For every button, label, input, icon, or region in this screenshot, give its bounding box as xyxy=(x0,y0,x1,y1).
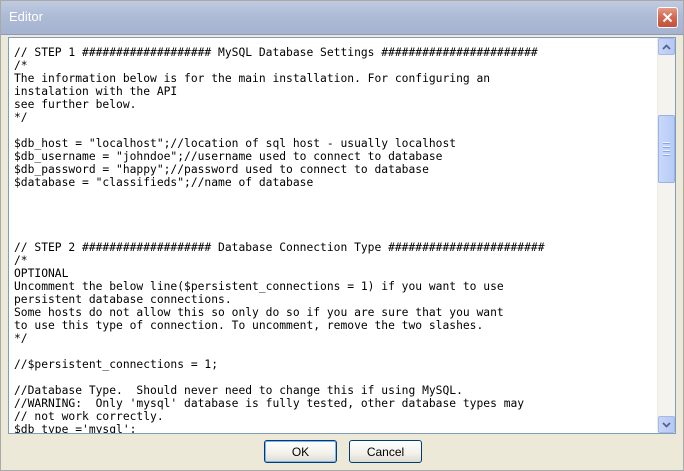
ok-button[interactable]: OK xyxy=(264,440,337,463)
code-line: $database = "classifieds";//name of data… xyxy=(14,176,314,189)
code-line: /* xyxy=(14,254,28,267)
editor-window: Editor // STEP 1 ################### MyS… xyxy=(0,0,684,471)
code-line: instalation with the API xyxy=(14,85,178,98)
code-line: // not work correctly. xyxy=(14,410,164,423)
window-title: Editor xyxy=(9,9,43,24)
code-line: //$persistent_connections = 1; xyxy=(14,358,219,371)
code-line: //WARNING: Only 'mysql' database is full… xyxy=(14,397,525,410)
code-line: The information below is for the main in… xyxy=(14,72,491,85)
code-line: */ xyxy=(14,111,28,124)
cancel-button[interactable]: Cancel xyxy=(349,440,422,463)
code-line: // STEP 2 ################### Database C… xyxy=(14,241,545,254)
code-line: /* xyxy=(14,59,28,72)
code-line: //Database Type. Should never need to ch… xyxy=(14,384,463,397)
arrow-down-icon xyxy=(662,421,671,428)
thumb-grip xyxy=(663,142,670,156)
code-line: $db_username = "johndoe";//username used… xyxy=(14,150,443,163)
scroll-down-button[interactable] xyxy=(658,416,675,433)
scroll-up-button[interactable] xyxy=(658,38,675,55)
code-line: to use this type of connection. To uncom… xyxy=(14,319,484,332)
code-text-area[interactable]: // STEP 1 ################### MySQL Data… xyxy=(9,38,658,433)
code-line: $db_password = "happy";//password used t… xyxy=(14,163,429,176)
close-icon xyxy=(662,12,673,23)
code-line: $db_host = "localhost";//location of sql… xyxy=(14,137,457,150)
code-content[interactable]: // STEP 1 ################### MySQL Data… xyxy=(9,38,658,433)
code-line: Some hosts do not allow this so only do … xyxy=(14,306,504,319)
code-line: // STEP 1 ################### MySQL Data… xyxy=(14,46,538,59)
code-line: OPTIONAL xyxy=(14,267,69,280)
code-line: see further below. xyxy=(14,98,137,111)
title-bar[interactable]: Editor xyxy=(1,1,683,35)
vertical-scrollbar[interactable] xyxy=(657,38,675,433)
code-editor[interactable]: // STEP 1 ################### MySQL Data… xyxy=(8,37,676,434)
scroll-thumb[interactable] xyxy=(658,115,675,183)
code-line: $db_type ='mysql'; xyxy=(14,423,137,433)
code-line: persistent database connections. xyxy=(14,293,232,306)
close-button[interactable] xyxy=(657,7,678,28)
code-line: */ xyxy=(14,332,28,345)
arrow-up-icon xyxy=(662,43,671,50)
code-line: Uncomment the below line($persistent_con… xyxy=(14,280,504,293)
